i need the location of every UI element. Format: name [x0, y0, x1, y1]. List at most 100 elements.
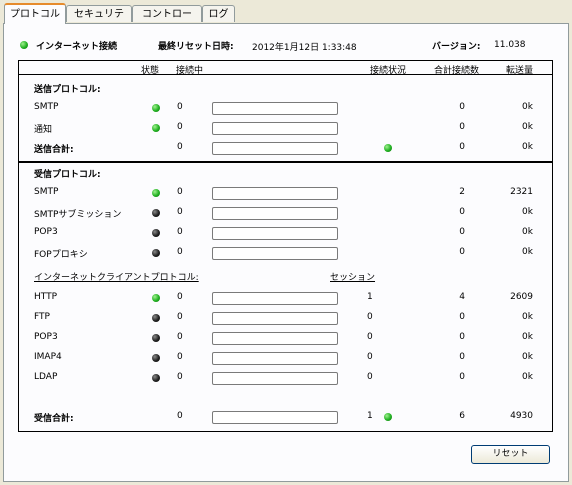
connection-bar — [212, 207, 338, 220]
status-icon — [152, 294, 160, 302]
connection-bar — [212, 102, 338, 115]
protocol-name: SMTP — [34, 102, 59, 112]
connection-bar — [212, 227, 338, 240]
version-value: 11.038 — [494, 40, 526, 50]
client-protocol-title: インターネットクライアントプロトコル: — [34, 273, 199, 283]
total-count: 0 — [459, 207, 465, 217]
protocol-name: SMTP — [34, 187, 59, 197]
connection-bar — [212, 332, 338, 345]
transfer-amount: 4930 — [510, 411, 533, 421]
total-count: 4 — [459, 292, 465, 302]
total-count: 0 — [459, 247, 465, 257]
connecting-count: 0 — [177, 292, 183, 302]
transfer-amount: 0k — [522, 102, 533, 112]
receive-title: 受信プロトコル: — [34, 170, 101, 180]
reset-button[interactable]: リセット — [471, 445, 550, 464]
last-reset-value: 2012年1月12日 1:33:48 — [252, 43, 357, 53]
total-count: 0 — [459, 352, 465, 362]
tab-control[interactable]: コントロール — [132, 5, 202, 37]
connecting-count: 0 — [177, 207, 183, 217]
total-count: 0 — [459, 332, 465, 342]
connection-status-icon — [384, 144, 392, 152]
protocol-name: LDAP — [34, 372, 58, 382]
protocol-name: POP3 — [34, 332, 58, 342]
tab-log[interactable]: ログ — [202, 5, 235, 22]
total-count: 0 — [459, 312, 465, 322]
protocol-name: 通知 — [34, 125, 53, 135]
send-total-label: 送信合計: — [34, 145, 74, 155]
connecting-count: 0 — [177, 227, 183, 237]
total-count: 0 — [459, 372, 465, 382]
connection-bar — [212, 372, 338, 385]
status-icon — [152, 229, 160, 237]
connection-bar — [212, 247, 338, 260]
connection-bar — [212, 187, 338, 200]
transfer-amount: 0k — [522, 332, 533, 342]
connecting-count: 0 — [177, 352, 183, 362]
col-connection-status: 接続状況 — [370, 66, 407, 76]
connection-bar — [212, 142, 338, 155]
status-icon — [152, 209, 160, 217]
total-count: 6 — [459, 411, 465, 421]
tab-security[interactable]: セキュリティ — [66, 5, 132, 37]
connection-bar — [212, 292, 338, 305]
last-reset-label: 最終リセット日時: — [158, 42, 234, 52]
transfer-amount: 0k — [522, 207, 533, 217]
service-label: インターネット接続 — [36, 42, 118, 52]
section-divider — [18, 161, 553, 163]
connecting-count: 0 — [177, 411, 183, 421]
protocol-name: IMAP4 — [34, 352, 62, 362]
status-icon — [152, 249, 160, 257]
connecting-count: 0 — [177, 122, 183, 132]
transfer-amount: 0k — [522, 312, 533, 322]
protocol-name: SMTPサブミッション — [34, 210, 122, 220]
session-count: 1 — [367, 411, 373, 421]
status-icon — [152, 314, 160, 322]
col-transfer: 転送量 — [506, 66, 534, 76]
transfer-amount: 0k — [522, 352, 533, 362]
connection-bar — [212, 352, 338, 365]
col-status: 状態 — [141, 66, 160, 76]
session-header: セッション — [330, 273, 376, 283]
session-count: 0 — [367, 332, 373, 342]
transfer-amount: 0k — [522, 372, 533, 382]
status-icon — [152, 334, 160, 342]
col-total-connections: 合計接続数 — [434, 66, 480, 76]
protocol-name: HTTP — [34, 292, 58, 302]
total-count: 0 — [459, 122, 465, 132]
connection-status-icon — [384, 413, 392, 421]
transfer-amount: 0k — [522, 227, 533, 237]
session-count: 0 — [367, 352, 373, 362]
connection-bar — [212, 312, 338, 325]
protocol-name: POP3 — [34, 227, 58, 237]
connecting-count: 0 — [177, 332, 183, 342]
send-title: 送信プロトコル: — [34, 85, 101, 95]
connecting-count: 0 — [177, 187, 183, 197]
tab-protocol[interactable]: プロトコル — [4, 3, 66, 24]
transfer-amount: 2321 — [510, 187, 533, 197]
total-count: 2 — [459, 187, 465, 197]
connecting-count: 0 — [177, 372, 183, 382]
session-count: 1 — [367, 292, 373, 302]
protocol-name: FTP — [34, 312, 50, 322]
receive-total-label: 受信合計: — [34, 414, 74, 424]
version-label: バージョン: — [432, 42, 481, 52]
status-icon — [152, 104, 160, 112]
total-count: 0 — [459, 102, 465, 112]
total-count: 0 — [459, 142, 465, 152]
connecting-count: 0 — [177, 312, 183, 322]
connection-bar — [212, 411, 338, 424]
transfer-amount: 2609 — [510, 292, 533, 302]
status-icon — [152, 124, 160, 132]
connecting-count: 0 — [177, 247, 183, 257]
col-connecting: 接続中 — [176, 66, 204, 76]
session-count: 0 — [367, 372, 373, 382]
status-icon — [152, 374, 160, 382]
total-count: 0 — [459, 227, 465, 237]
connection-bar — [212, 122, 338, 135]
transfer-amount: 0k — [522, 142, 533, 152]
transfer-amount: 0k — [522, 247, 533, 257]
session-count: 0 — [367, 312, 373, 322]
transfer-amount: 0k — [522, 122, 533, 132]
service-status-icon — [20, 41, 28, 49]
